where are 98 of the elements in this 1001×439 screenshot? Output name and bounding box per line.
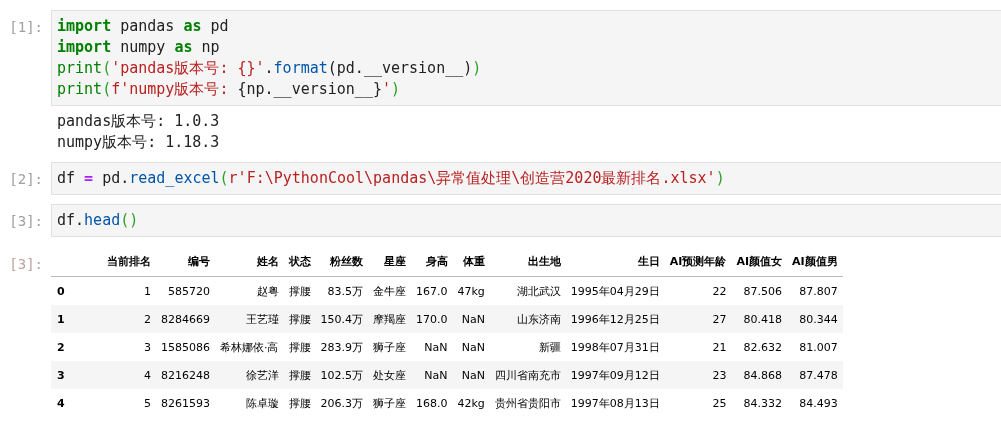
- code-cell[interactable]: df.head(): [51, 204, 1001, 237]
- table-cell: 87.506: [731, 276, 788, 305]
- output-line: numpy版本号: 1.18.3: [57, 132, 220, 153]
- table-cell: 8284669: [156, 305, 215, 333]
- column-header: 姓名: [215, 246, 284, 277]
- table-cell: 23: [664, 361, 732, 389]
- output-line: pandas版本号: 1.0.3: [57, 111, 220, 132]
- table-cell: 81.007: [787, 333, 843, 361]
- table-cell: 金牛座: [368, 276, 411, 305]
- output-prompt: [3]:: [8, 255, 44, 274]
- code-line: print('pandas版本号: {}'.format(pd.__version__)): [57, 58, 482, 79]
- table-cell: 84.332: [731, 389, 788, 417]
- table-cell: 102.5万: [315, 361, 368, 389]
- column-header: 身高: [411, 246, 453, 277]
- row-index: 4: [51, 389, 102, 417]
- table-cell: 徐艺洋: [215, 361, 284, 389]
- table-cell: 1997年08月13日: [565, 389, 665, 417]
- table-cell: 170.0: [411, 305, 453, 333]
- column-header: 粉丝数: [315, 246, 368, 277]
- table-cell: 42kg: [452, 389, 490, 417]
- table-cell: 1997年09月12日: [565, 361, 665, 389]
- table-cell: 150.4万: [315, 305, 368, 333]
- table-cell: 82.632: [731, 333, 788, 361]
- table-cell: 1: [102, 276, 156, 305]
- table-cell: 4: [102, 361, 156, 389]
- table-cell: NaN: [411, 361, 453, 389]
- cell-prompt: [3]:: [8, 212, 44, 231]
- table-cell: 希林娜依·高: [215, 333, 284, 361]
- table-cell: 撑腰: [283, 361, 316, 389]
- table-cell: NaN: [452, 333, 490, 361]
- cell-prompt: [1]:: [8, 18, 44, 37]
- table-cell: 80.418: [731, 305, 788, 333]
- table-cell: 新疆: [489, 333, 566, 361]
- table-cell: 283.9万: [315, 333, 368, 361]
- table-cell: 1585086: [156, 333, 215, 361]
- table-cell: 87.807: [787, 276, 843, 305]
- table-cell: 1996年12月25日: [565, 305, 665, 333]
- row-index: 1: [51, 305, 102, 333]
- table-cell: 狮子座: [368, 389, 411, 417]
- table-cell: 206.3万: [315, 389, 368, 417]
- table-cell: 1995年04月29日: [565, 276, 665, 305]
- table-cell: 167.0: [411, 276, 453, 305]
- row-index: 3: [51, 361, 102, 389]
- table-cell: NaN: [411, 333, 453, 361]
- table-cell: 赵粤: [215, 276, 284, 305]
- table-cell: 撑腰: [283, 276, 316, 305]
- column-header: AI颜值女: [731, 246, 788, 277]
- table-cell: 1998年07月31日: [565, 333, 665, 361]
- cell-prompt: [2]:: [8, 170, 44, 189]
- table-cell: NaN: [452, 305, 490, 333]
- table-cell: 80.344: [787, 305, 843, 333]
- table-cell: 87.478: [787, 361, 843, 389]
- table-cell: 贵州省贵阳市: [489, 389, 566, 417]
- column-header: 生日: [565, 246, 665, 277]
- table-cell: 47kg: [452, 276, 490, 305]
- table-cell: 王艺瑾: [215, 305, 284, 333]
- column-header: AI颜值男: [787, 246, 843, 277]
- code-cell[interactable]: import pandas as pd import numpy as np print('pandas版本号: {}'.format(pd.__version__)) print(f'numpy版本号: {np.__version__}'): [51, 10, 1001, 106]
- table-cell: 21: [664, 333, 732, 361]
- table-cell: 22: [664, 276, 732, 305]
- table-cell: 5: [102, 389, 156, 417]
- table-cell: 3: [102, 333, 156, 361]
- table-cell: 585720: [156, 276, 215, 305]
- column-header: 星座: [368, 246, 411, 277]
- table-cell: 8216248: [156, 361, 215, 389]
- table-cell: 陈卓璇: [215, 389, 284, 417]
- table-cell: 84.868: [731, 361, 788, 389]
- table-cell: 撑腰: [283, 333, 316, 361]
- table-cell: 2: [102, 305, 156, 333]
- code-line: import pandas as pd: [57, 16, 229, 37]
- table-cell: 27: [664, 305, 732, 333]
- table-cell: 摩羯座: [368, 305, 411, 333]
- column-header: 体重: [452, 246, 490, 277]
- row-index: 0: [51, 276, 102, 305]
- code-line: print(f'numpy版本号: {np.__version__}'): [57, 79, 401, 100]
- table-cell: 84.493: [787, 389, 843, 417]
- code-line: import numpy as np: [57, 37, 220, 58]
- row-index: 2: [51, 333, 102, 361]
- table-cell: 83.5万: [315, 276, 368, 305]
- column-header: AI预测年龄: [664, 246, 732, 277]
- table-cell: 山东济南: [489, 305, 566, 333]
- table-cell: 四川省南充市: [489, 361, 566, 389]
- table-cell: NaN: [452, 361, 490, 389]
- code-cell[interactable]: df = pd.read_excel(r'F:\PythonCool\pandas\异常值处理\创造营2020最新排名.xlsx'): [51, 162, 1001, 195]
- table-cell: 168.0: [411, 389, 453, 417]
- table-cell: 湖北武汉: [489, 276, 566, 305]
- code-line: df = pd.read_excel(r'F:\PythonCool\pandas\异常值处理\创造营2020最新排名.xlsx'): [57, 168, 725, 189]
- table-cell: 8261593: [156, 389, 215, 417]
- table-cell: 狮子座: [368, 333, 411, 361]
- code-line: df.head(): [57, 210, 139, 231]
- table-cell: 撑腰: [283, 389, 316, 417]
- column-header: 当前排名: [102, 246, 156, 277]
- column-header: 编号: [156, 246, 215, 277]
- column-header: 出生地: [489, 246, 566, 277]
- table-cell: 撑腰: [283, 305, 316, 333]
- table-cell: 25: [664, 389, 732, 417]
- column-header: 状态: [283, 246, 316, 277]
- table-cell: 处女座: [368, 361, 411, 389]
